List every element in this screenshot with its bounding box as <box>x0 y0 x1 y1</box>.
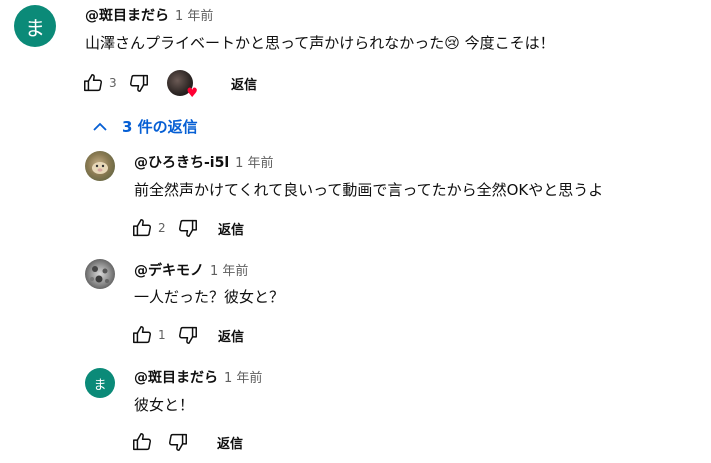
dislike-button[interactable] <box>164 428 192 456</box>
reply-text: 前全然声かけてくれて良いって動画で言ってたから全然OKやと思うよ <box>134 181 604 199</box>
creator-heart-badge: ♥ <box>167 70 198 100</box>
reply-avatar[interactable]: ま <box>85 368 115 398</box>
dislike-button[interactable] <box>174 214 202 242</box>
reply-text: 一人だった？彼女と？ <box>134 288 285 306</box>
reply-avatar[interactable] <box>85 259 115 289</box>
comment-actions: 3 ♥ 返信 <box>79 69 257 100</box>
reply-header: @デキモノ 1 年前 <box>134 260 248 280</box>
comment-author[interactable]: @斑目まだら <box>85 5 169 25</box>
reply-time[interactable]: 1 年前 <box>224 367 262 386</box>
thumbs-up-icon <box>84 74 102 92</box>
like-button[interactable] <box>128 321 156 349</box>
thumbs-down-icon <box>179 326 197 344</box>
animal-photo-icon <box>92 162 108 174</box>
reply-actions: 2 返信 <box>128 214 244 242</box>
pattern-icon <box>90 266 109 283</box>
reply-actions: 1 返信 <box>128 321 244 349</box>
reply-avatar[interactable] <box>85 151 115 181</box>
like-count: 3 <box>109 76 117 90</box>
heart-icon: ♥ <box>186 86 198 101</box>
reply-author[interactable]: @ひろきち-i5l <box>134 152 229 172</box>
like-button[interactable] <box>128 214 156 242</box>
comment-time[interactable]: 1 年前 <box>175 5 213 24</box>
thumbs-down-icon <box>130 74 148 92</box>
reply-button[interactable]: 返信 <box>231 74 257 93</box>
reply-header: @ひろきち-i5l 1 年前 <box>134 152 274 172</box>
dislike-button[interactable] <box>174 321 202 349</box>
like-count: 1 <box>158 328 166 342</box>
like-button[interactable] <box>128 428 156 456</box>
reply-actions: 返信 <box>128 428 243 456</box>
reply-time[interactable]: 1 年前 <box>235 152 273 171</box>
reply-button[interactable]: 返信 <box>217 433 243 452</box>
reply-time[interactable]: 1 年前 <box>210 260 248 279</box>
like-button[interactable] <box>79 69 107 97</box>
avatar-letter: ま <box>93 377 107 393</box>
reply-author[interactable]: @斑目まだら <box>134 367 218 387</box>
thumbs-up-icon <box>133 219 151 237</box>
replies-toggle-label: 3 件の返信 <box>122 118 198 136</box>
reply-text: 彼女と！ <box>134 396 195 414</box>
dislike-button[interactable] <box>125 69 153 97</box>
reply-button[interactable]: 返信 <box>218 219 244 238</box>
reply-header: @斑目まだら 1 年前 <box>134 367 262 387</box>
like-count: 2 <box>158 221 166 235</box>
comment-header: @斑目まだら 1 年前 <box>85 5 213 25</box>
reply-author[interactable]: @デキモノ <box>134 260 204 280</box>
thumbs-down-icon <box>169 433 187 451</box>
avatar-letter: ま <box>25 15 45 40</box>
thumbs-up-icon <box>133 326 151 344</box>
reply-button[interactable]: 返信 <box>218 326 244 345</box>
thumbs-up-icon <box>133 433 151 451</box>
chevron-up-icon <box>93 122 107 131</box>
commenter-avatar[interactable]: ま <box>14 5 56 47</box>
comment-text: 山澤さんプライベートかと思って声かけられなかった😢 今度こそは！ <box>85 34 555 52</box>
replies-toggle[interactable]: 3 件の返信 <box>92 116 198 137</box>
thumbs-down-icon <box>179 219 197 237</box>
